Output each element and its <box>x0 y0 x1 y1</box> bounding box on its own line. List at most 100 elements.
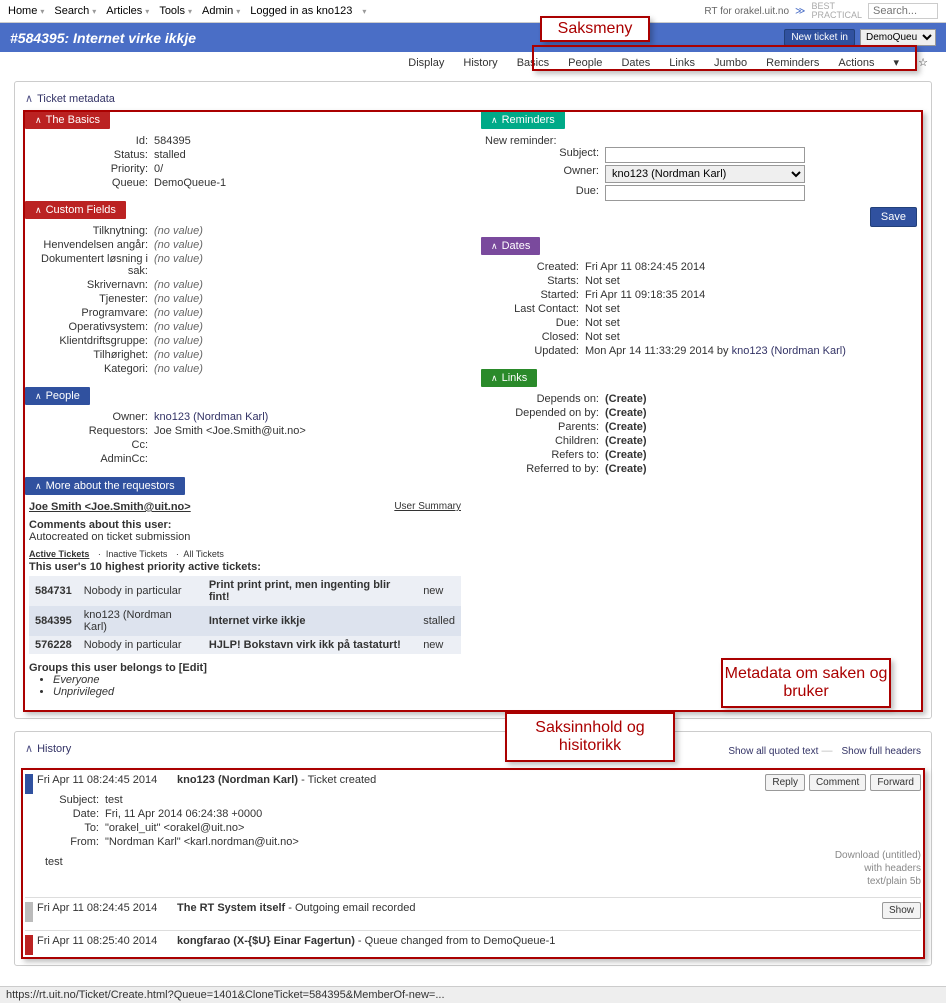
collapse-icon[interactable]: ∧ <box>35 481 42 491</box>
collapse-icon[interactable]: ∧ <box>491 373 498 383</box>
value-to: "orakel_uit" <orakel@uit.no> <box>105 822 921 834</box>
collapse-icon[interactable]: ∧ <box>35 391 42 401</box>
label-queue: Queue: <box>29 177 154 189</box>
reminder-owner-select[interactable]: kno123 (Nordman Karl) <box>605 165 805 183</box>
collapse-icon[interactable]: ∧ <box>35 205 42 215</box>
new-ticket-button[interactable]: New ticket in <box>784 29 855 46</box>
comments-label: Comments about this user: <box>29 519 171 531</box>
label-from: From: <box>45 836 105 848</box>
value-subject: test <box>105 794 921 806</box>
submenu-reminders[interactable]: Reminders <box>766 57 819 69</box>
cf-value: (no value) <box>154 293 461 305</box>
submenu-dates[interactable]: Dates <box>621 57 650 69</box>
cf-value: (no value) <box>154 363 461 375</box>
requestor-link[interactable]: Joe Smith <Joe.Smith@uit.no> <box>29 501 191 513</box>
user-summary-link[interactable]: User Summary <box>394 501 461 512</box>
submenu-display[interactable]: Display <box>408 57 444 69</box>
download-link[interactable]: Download (untitled) <box>835 850 921 861</box>
collapse-icon[interactable]: ∧ <box>25 93 33 105</box>
star-icon[interactable]: ☆ <box>918 56 928 69</box>
date-label: Started: <box>485 289 585 301</box>
value-date: Fri, 11 Apr 2014 06:24:38 +0000 <box>105 808 921 820</box>
entry-date: Fri Apr 11 08:25:40 2014 <box>37 935 177 947</box>
table-row[interactable]: 576228Nobody in particularHJLP! Bokstavn… <box>29 636 461 654</box>
comments-value: Autocreated on ticket submission <box>29 531 190 543</box>
label-rem-due: Due: <box>485 185 605 201</box>
entry-actor[interactable]: kongfarao (X-{$U} Einar Fagertun) <box>177 935 355 947</box>
date-label: Due: <box>485 317 585 329</box>
collapse-icon[interactable]: ∧ <box>491 115 498 125</box>
ticket-submenu: Display History Basics People Dates Link… <box>0 52 946 73</box>
entry-color-bar <box>25 935 33 955</box>
link-label: Children: <box>485 435 605 447</box>
basics-title: The Basics <box>46 114 100 126</box>
ticket-metadata-panel: ∧Ticket metadata ∧The Basics Id:584395 S… <box>14 81 932 719</box>
submenu-basics[interactable]: Basics <box>517 57 549 69</box>
reminders-box: ∧Reminders New reminder: Subject: Owner:… <box>481 111 921 229</box>
value-queue: DemoQueue-1 <box>154 177 461 189</box>
ticket-title: #584395: Internet virke ikkje <box>10 30 196 46</box>
collapse-icon[interactable]: ∧ <box>35 115 42 125</box>
value-owner[interactable]: kno123 (Nordman Karl) <box>154 411 268 423</box>
global-search-input[interactable] <box>868 3 938 19</box>
collapse-icon[interactable]: ∧ <box>491 241 498 251</box>
links-box: ∧Links Depends on:(Create)Depended on by… <box>481 369 921 479</box>
menu-admin[interactable]: Admin ▾ <box>202 5 240 17</box>
reminder-due-input[interactable] <box>605 185 805 201</box>
value-from: "Nordman Karl" <karl.nordman@uit.no> <box>105 836 921 848</box>
entry-desc: - Ticket created <box>298 774 376 786</box>
edit-groups-link[interactable]: [Edit] <box>179 662 207 674</box>
show-button[interactable]: Show <box>882 902 921 919</box>
link-create[interactable]: (Create) <box>605 421 647 433</box>
tab-all-tickets[interactable]: All Tickets <box>183 549 224 559</box>
submenu-actions[interactable]: Actions <box>838 57 874 69</box>
link-create[interactable]: (Create) <box>605 435 647 447</box>
comment-button[interactable]: Comment <box>809 774 866 791</box>
reply-button[interactable]: Reply <box>765 774 805 791</box>
table-row[interactable]: 584395kno123 (Nordman Karl)Internet virk… <box>29 606 461 636</box>
menu-articles[interactable]: Articles ▾ <box>106 5 149 17</box>
menu-tools[interactable]: Tools ▾ <box>159 5 192 17</box>
save-button[interactable]: Save <box>870 207 917 227</box>
panel-title-history: History <box>37 743 71 755</box>
date-value: Not set <box>585 275 917 287</box>
label-subject: Subject: <box>45 794 105 806</box>
cf-value: (no value) <box>154 335 461 347</box>
menu-home[interactable]: Home ▾ <box>8 5 44 17</box>
submenu-jumbo[interactable]: Jumbo <box>714 57 747 69</box>
menu-search[interactable]: Search ▾ <box>54 5 96 17</box>
link-create[interactable]: (Create) <box>605 393 647 405</box>
links-title: Links <box>502 372 528 384</box>
rt-for: RT for orakel.uit.no <box>704 6 789 17</box>
link-create[interactable]: (Create) <box>605 463 647 475</box>
table-row[interactable]: 584731Nobody in particularPrint print pr… <box>29 576 461 606</box>
link-create[interactable]: (Create) <box>605 407 647 419</box>
tab-active-tickets[interactable]: Active Tickets <box>29 549 89 559</box>
reminders-title: Reminders <box>502 114 555 126</box>
submenu-people[interactable]: People <box>568 57 602 69</box>
entry-actor[interactable]: kno123 (Nordman Karl) <box>177 774 298 786</box>
link-label: Depends on: <box>485 393 605 405</box>
cf-title: Custom Fields <box>46 204 116 216</box>
submenu-links[interactable]: Links <box>669 57 695 69</box>
label-rem-subject: Subject: <box>485 147 605 163</box>
link-create[interactable]: (Create) <box>605 449 647 461</box>
label-status: Status: <box>29 149 154 161</box>
collapse-icon[interactable]: ∧ <box>25 743 33 755</box>
forward-button[interactable]: Forward <box>870 774 921 791</box>
download-headers-link[interactable]: with headers <box>864 863 921 874</box>
basics-box: ∧The Basics Id:584395 Status:stalled Pri… <box>25 111 465 193</box>
people-box: ∧People Owner:kno123 (Nordman Karl) Requ… <box>25 387 465 469</box>
value-requestors: Joe Smith <Joe.Smith@uit.no> <box>154 425 461 437</box>
date-value: Fri Apr 11 08:24:45 2014 <box>585 261 917 273</box>
more-requestors-box: ∧More about the requestors Joe Smith <Jo… <box>25 477 465 700</box>
tab-inactive-tickets[interactable]: Inactive Tickets <box>106 549 168 559</box>
submenu-history[interactable]: History <box>463 57 497 69</box>
groups-label: Groups this user belongs to <box>29 662 176 674</box>
show-quoted-link[interactable]: Show all quoted text <box>728 746 818 757</box>
label-to: To: <box>45 822 105 834</box>
queue-select[interactable]: DemoQueu <box>860 29 936 46</box>
logged-in-as: Logged in as kno123 <box>250 5 352 17</box>
reminder-subject-input[interactable] <box>605 147 805 163</box>
show-headers-link[interactable]: Show full headers <box>842 746 922 757</box>
